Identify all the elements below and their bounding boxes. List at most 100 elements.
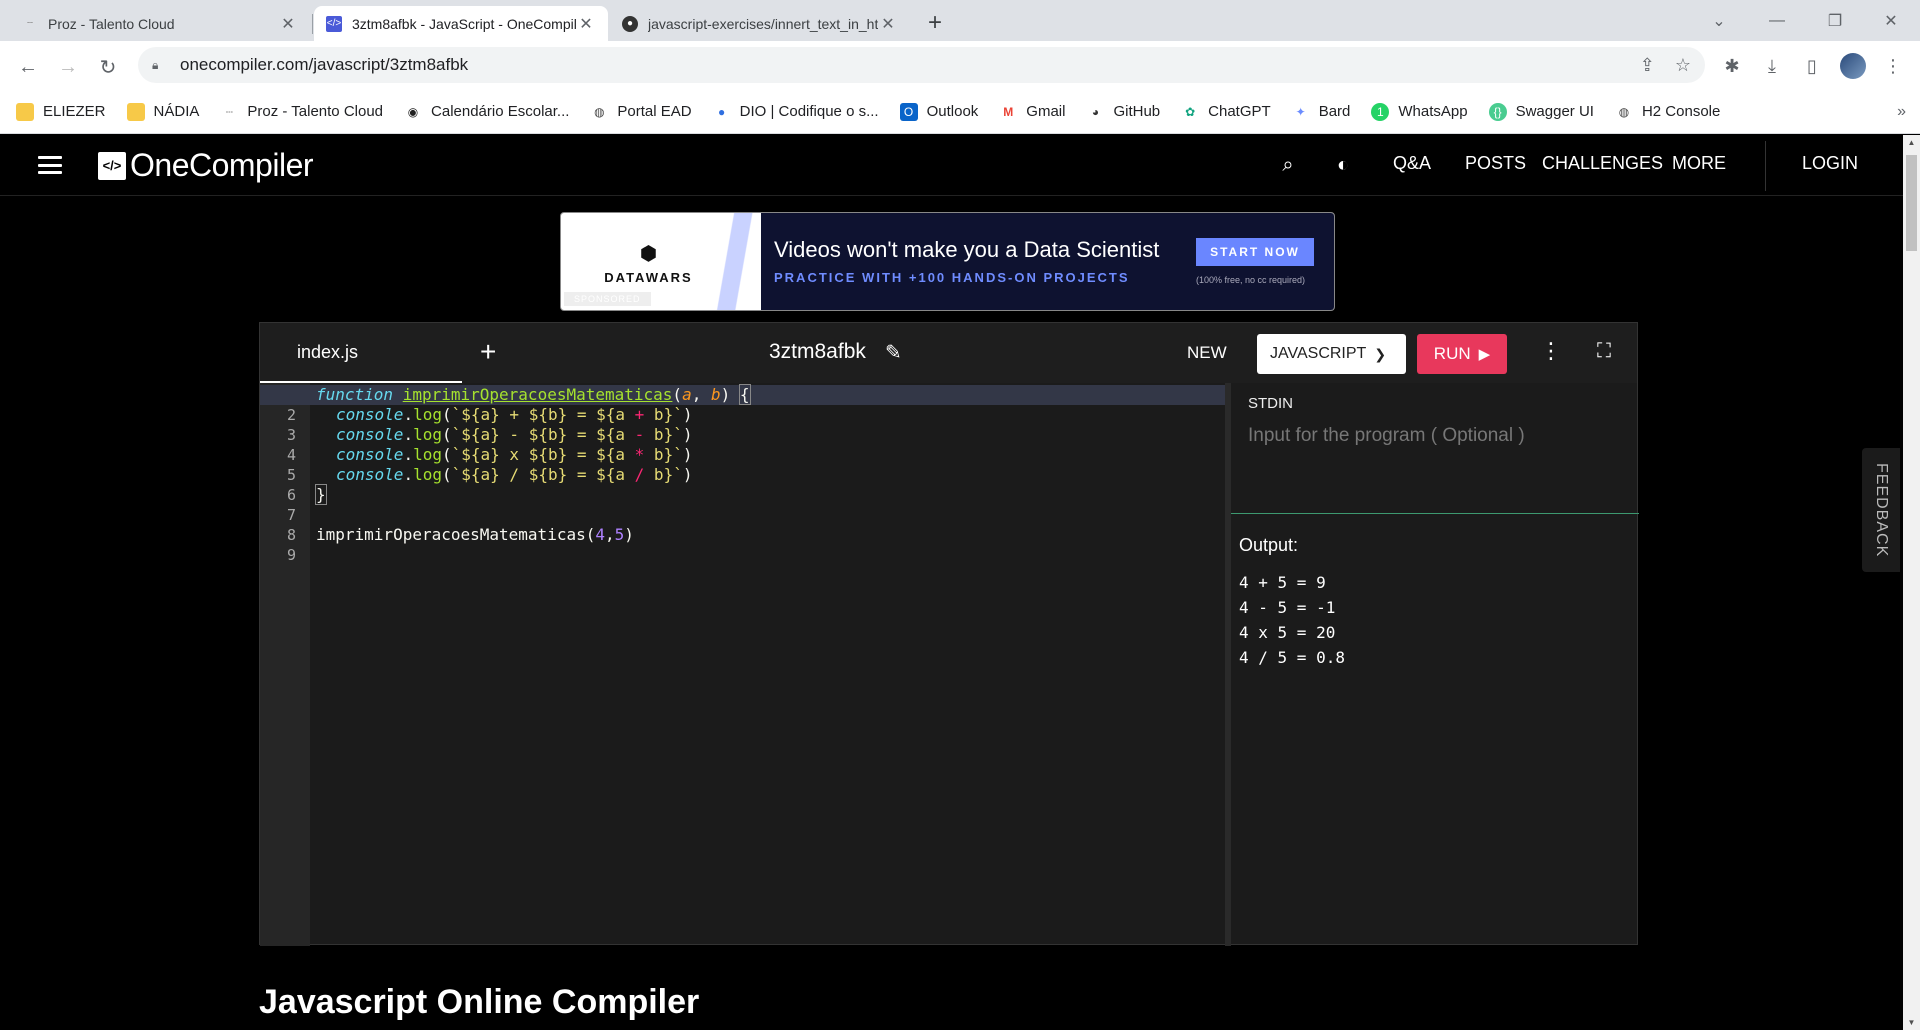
- hamburger-menu-icon[interactable]: [38, 156, 62, 174]
- stdin-label: STDIN: [1248, 395, 1293, 412]
- file-tab-index-js[interactable]: index.js: [260, 323, 462, 383]
- code-template: ${a} + ${b} = ${a: [461, 405, 635, 424]
- language-select[interactable]: JAVASCRIPT ❯: [1257, 334, 1406, 374]
- add-file-icon[interactable]: +: [480, 336, 496, 368]
- close-icon[interactable]: ✕: [576, 14, 596, 34]
- restore-icon[interactable]: ❐: [1806, 0, 1864, 41]
- new-button[interactable]: NEW: [1187, 343, 1227, 363]
- gmail-icon: M: [1003, 104, 1014, 119]
- code-line-8: imprimirOperacoesMatematicas(4,5): [316, 525, 634, 544]
- code-object: console: [336, 425, 404, 444]
- bookmark-label: Gmail: [1026, 103, 1066, 120]
- bookmark-label: Bard: [1318, 103, 1351, 120]
- bookmark-label: Portal EAD: [617, 103, 692, 120]
- login-link[interactable]: LOGIN: [1802, 153, 1858, 174]
- nav-label: POSTS: [1465, 153, 1527, 173]
- bookmark-gmail[interactable]: M Gmail: [999, 103, 1065, 121]
- bookmark-star-icon[interactable]: ☆: [1675, 55, 1691, 76]
- close-icon[interactable]: ✕: [278, 14, 298, 34]
- bookmark-label: NÁDIA: [153, 103, 200, 120]
- stdin-input[interactable]: Input for the program ( Optional ): [1248, 425, 1525, 447]
- bookmark-calendario[interactable]: ◉ Calendário Escolar...: [404, 103, 570, 121]
- close-icon[interactable]: ✕: [878, 14, 898, 34]
- stdin-panel[interactable]: STDIN Input for the program ( Optional ): [1231, 383, 1639, 514]
- bookmark-swagger[interactable]: {} Swagger UI: [1488, 102, 1594, 121]
- project-title: 3ztm8afbk: [769, 340, 866, 363]
- code-line-6: }: [315, 484, 327, 505]
- scroll-down-icon[interactable]: ▼: [1903, 1018, 1920, 1027]
- code-editor-panel: index.js + 3ztm8afbk ✎ NEW JAVASCRIPT ❯ …: [259, 322, 1639, 946]
- download-icon[interactable]: ⤓: [1759, 53, 1785, 79]
- address-bar[interactable]: 🔒︎ onecompiler.com/javascript/3ztm8afbk …: [138, 47, 1705, 83]
- line-number: 9: [286, 546, 296, 564]
- edit-pencil-icon[interactable]: ✎: [885, 340, 902, 365]
- tab-title: 3ztm8afbk - JavaScript - OneCompiler: [352, 15, 576, 32]
- bookmark-github[interactable]: ◕ GitHub: [1086, 103, 1160, 121]
- browser-tab-onecompiler[interactable]: </> 3ztm8afbk - JavaScript - OneCompiler…: [314, 6, 608, 41]
- bookmark-portal-ead[interactable]: ◍ Portal EAD: [590, 103, 691, 121]
- theme-toggle-icon[interactable]: ◐: [1331, 153, 1355, 177]
- more-options-icon[interactable]: ⋮: [1540, 338, 1562, 364]
- profile-avatar[interactable]: [1840, 53, 1866, 79]
- bookmark-eliezer[interactable]: ELIEZER: [16, 102, 106, 121]
- bookmark-proz[interactable]: ┄ Proz - Talento Cloud: [220, 103, 383, 121]
- feedback-tab[interactable]: FEEDBACK: [1862, 448, 1900, 572]
- code-line-2: console.log(`${a} + ${b} = ${a + b}`): [336, 405, 693, 424]
- browser-menu-icon[interactable]: ⋮: [1880, 53, 1906, 79]
- folder-icon: [126, 102, 145, 121]
- back-arrow-icon[interactable]: ←: [12, 51, 44, 83]
- calendar-icon: ◉: [407, 104, 419, 119]
- language-label: JAVASCRIPT: [1270, 345, 1367, 362]
- browser-tab-proz[interactable]: ┄ Proz - Talento Cloud ✕: [10, 6, 310, 41]
- code-number: 5: [614, 525, 625, 544]
- side-panel-icon[interactable]: ▯: [1799, 53, 1825, 79]
- bookmark-h2-console[interactable]: ◍ H2 Console: [1615, 103, 1721, 121]
- new-tab-button[interactable]: +: [920, 8, 950, 38]
- code-function-name: imprimirOperacoesMatematicas: [402, 385, 673, 404]
- dio-icon: ●: [718, 104, 726, 119]
- bookmark-label: WhatsApp: [1398, 103, 1468, 120]
- forward-arrow-icon[interactable]: →: [52, 51, 84, 83]
- github-icon: ◕: [1091, 104, 1100, 119]
- nav-link-qa[interactable]: Q&A: [1393, 153, 1431, 174]
- scrollbar-thumb[interactable]: [1906, 155, 1917, 251]
- nav-link-more[interactable]: MORE: [1672, 153, 1726, 174]
- minimize-icon[interactable]: —: [1748, 0, 1806, 41]
- line-number: 6: [286, 486, 296, 504]
- code-input-area[interactable]: function imprimirOperacoesMatematicas(a,…: [310, 383, 1225, 946]
- chevron-down-icon: ❯: [1374, 345, 1387, 362]
- share-icon[interactable]: ⇪: [1640, 55, 1655, 76]
- reload-icon[interactable]: ↻: [92, 51, 124, 83]
- bookmark-nadia[interactable]: NÁDIA: [126, 102, 200, 121]
- site-logo[interactable]: </> OneCompiler: [98, 147, 314, 184]
- tab-search-chevron-icon[interactable]: ⌄: [1690, 0, 1748, 41]
- tab-separator: [312, 14, 313, 34]
- code-operator: +: [634, 405, 645, 424]
- bookmark-dio[interactable]: ● DIO | Codifique o s...: [713, 103, 879, 121]
- browser-tab-github[interactable]: ● javascript-exercises/innert_text_in_ht…: [610, 6, 910, 41]
- window-close-icon[interactable]: ✕: [1862, 0, 1920, 41]
- bookmarks-overflow-icon[interactable]: »: [1897, 103, 1906, 121]
- bookmark-whatsapp[interactable]: 1 WhatsApp: [1371, 102, 1468, 121]
- file-name: index.js: [297, 341, 359, 362]
- code-template: b}`: [644, 425, 683, 444]
- bookmark-chatgpt[interactable]: ✿ ChatGPT: [1181, 103, 1271, 121]
- code-object: console: [336, 445, 404, 464]
- line-number: 2: [286, 406, 296, 424]
- nav-link-challenges[interactable]: CHALLENGES: [1542, 153, 1663, 174]
- line-number: 7: [286, 506, 296, 524]
- bookmark-bard[interactable]: ✦ Bard: [1292, 103, 1351, 121]
- fullscreen-icon[interactable]: ⛶: [1597, 340, 1611, 363]
- run-button[interactable]: RUN ▶: [1417, 334, 1507, 374]
- page-scrollbar[interactable]: ▲ ▼: [1903, 135, 1920, 1030]
- search-icon[interactable]: ⌕: [1276, 153, 1300, 177]
- sponsored-banner[interactable]: ⬢ DATAWARS SPONSORED Videos won't make y…: [560, 212, 1335, 311]
- ad-start-now-button[interactable]: START NOW: [1196, 238, 1314, 266]
- extensions-puzzle-icon[interactable]: ✱: [1719, 53, 1745, 79]
- nav-label: CHALLENGES: [1542, 153, 1664, 173]
- code-line-1: function imprimirOperacoesMatematicas(a,…: [316, 384, 751, 405]
- code-brackets-icon: </>: [98, 151, 126, 180]
- bookmark-outlook[interactable]: O Outlook: [899, 102, 978, 121]
- scroll-up-icon[interactable]: ▲: [1903, 138, 1920, 147]
- nav-link-posts[interactable]: POSTS: [1465, 153, 1526, 174]
